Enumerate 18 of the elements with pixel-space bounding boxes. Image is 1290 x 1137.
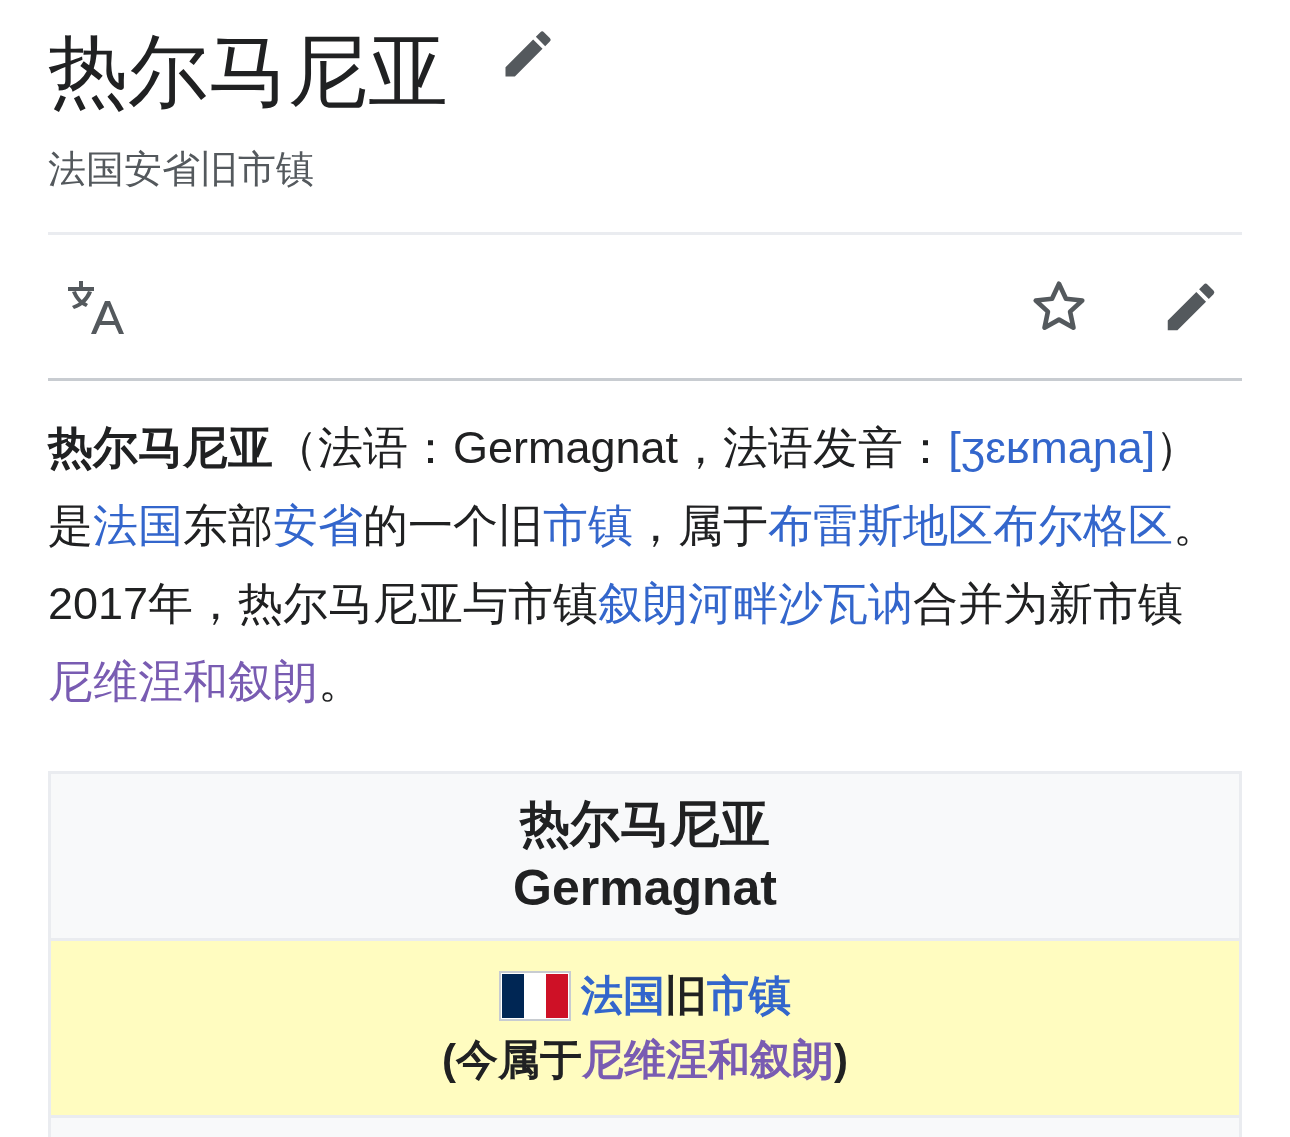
article-link[interactable]: 叙朗河畔沙瓦讷 <box>598 578 914 629</box>
article-link[interactable]: 尼维涅和叙朗 <box>48 656 318 707</box>
article-link[interactable]: 市镇 <box>707 972 791 1019</box>
article-link[interactable]: 布雷斯地区布尔格区 <box>768 500 1173 551</box>
article-link[interactable]: [ʒɛʁmaɲa] <box>948 422 1156 473</box>
infobox-title: 热尔马尼亚 <box>520 795 770 854</box>
infobox-title: Germagnat <box>513 859 777 918</box>
page-title: 热尔马尼亚 <box>48 26 448 118</box>
lead-paragraph: 热尔马尼亚（法语：Germagnat，法语发音：[ʒɛʁmaɲa]）是法国东部安省的一个旧市镇，属于布雷斯地区布尔格区。2017年，热尔马尼亚与市镇叙朗河畔沙瓦讷合并为新市镇 尼维涅和叙朗。 <box>48 421 1219 709</box>
status-line: 法国旧市镇 <box>581 971 791 1021</box>
page-subtitle: 法国安省旧市镇 <box>48 147 314 192</box>
article-link[interactable]: 市镇 <box>543 500 633 551</box>
status-line: (今属于尼维涅和叙朗) <box>442 1035 848 1085</box>
flag-icon <box>499 971 571 1021</box>
article-link[interactable]: 法国 <box>581 972 665 1019</box>
article-link[interactable]: 法国 <box>93 500 183 551</box>
article-link[interactable]: 尼维涅和叙朗 <box>582 1036 834 1083</box>
article-link[interactable]: 安省 <box>273 500 363 551</box>
